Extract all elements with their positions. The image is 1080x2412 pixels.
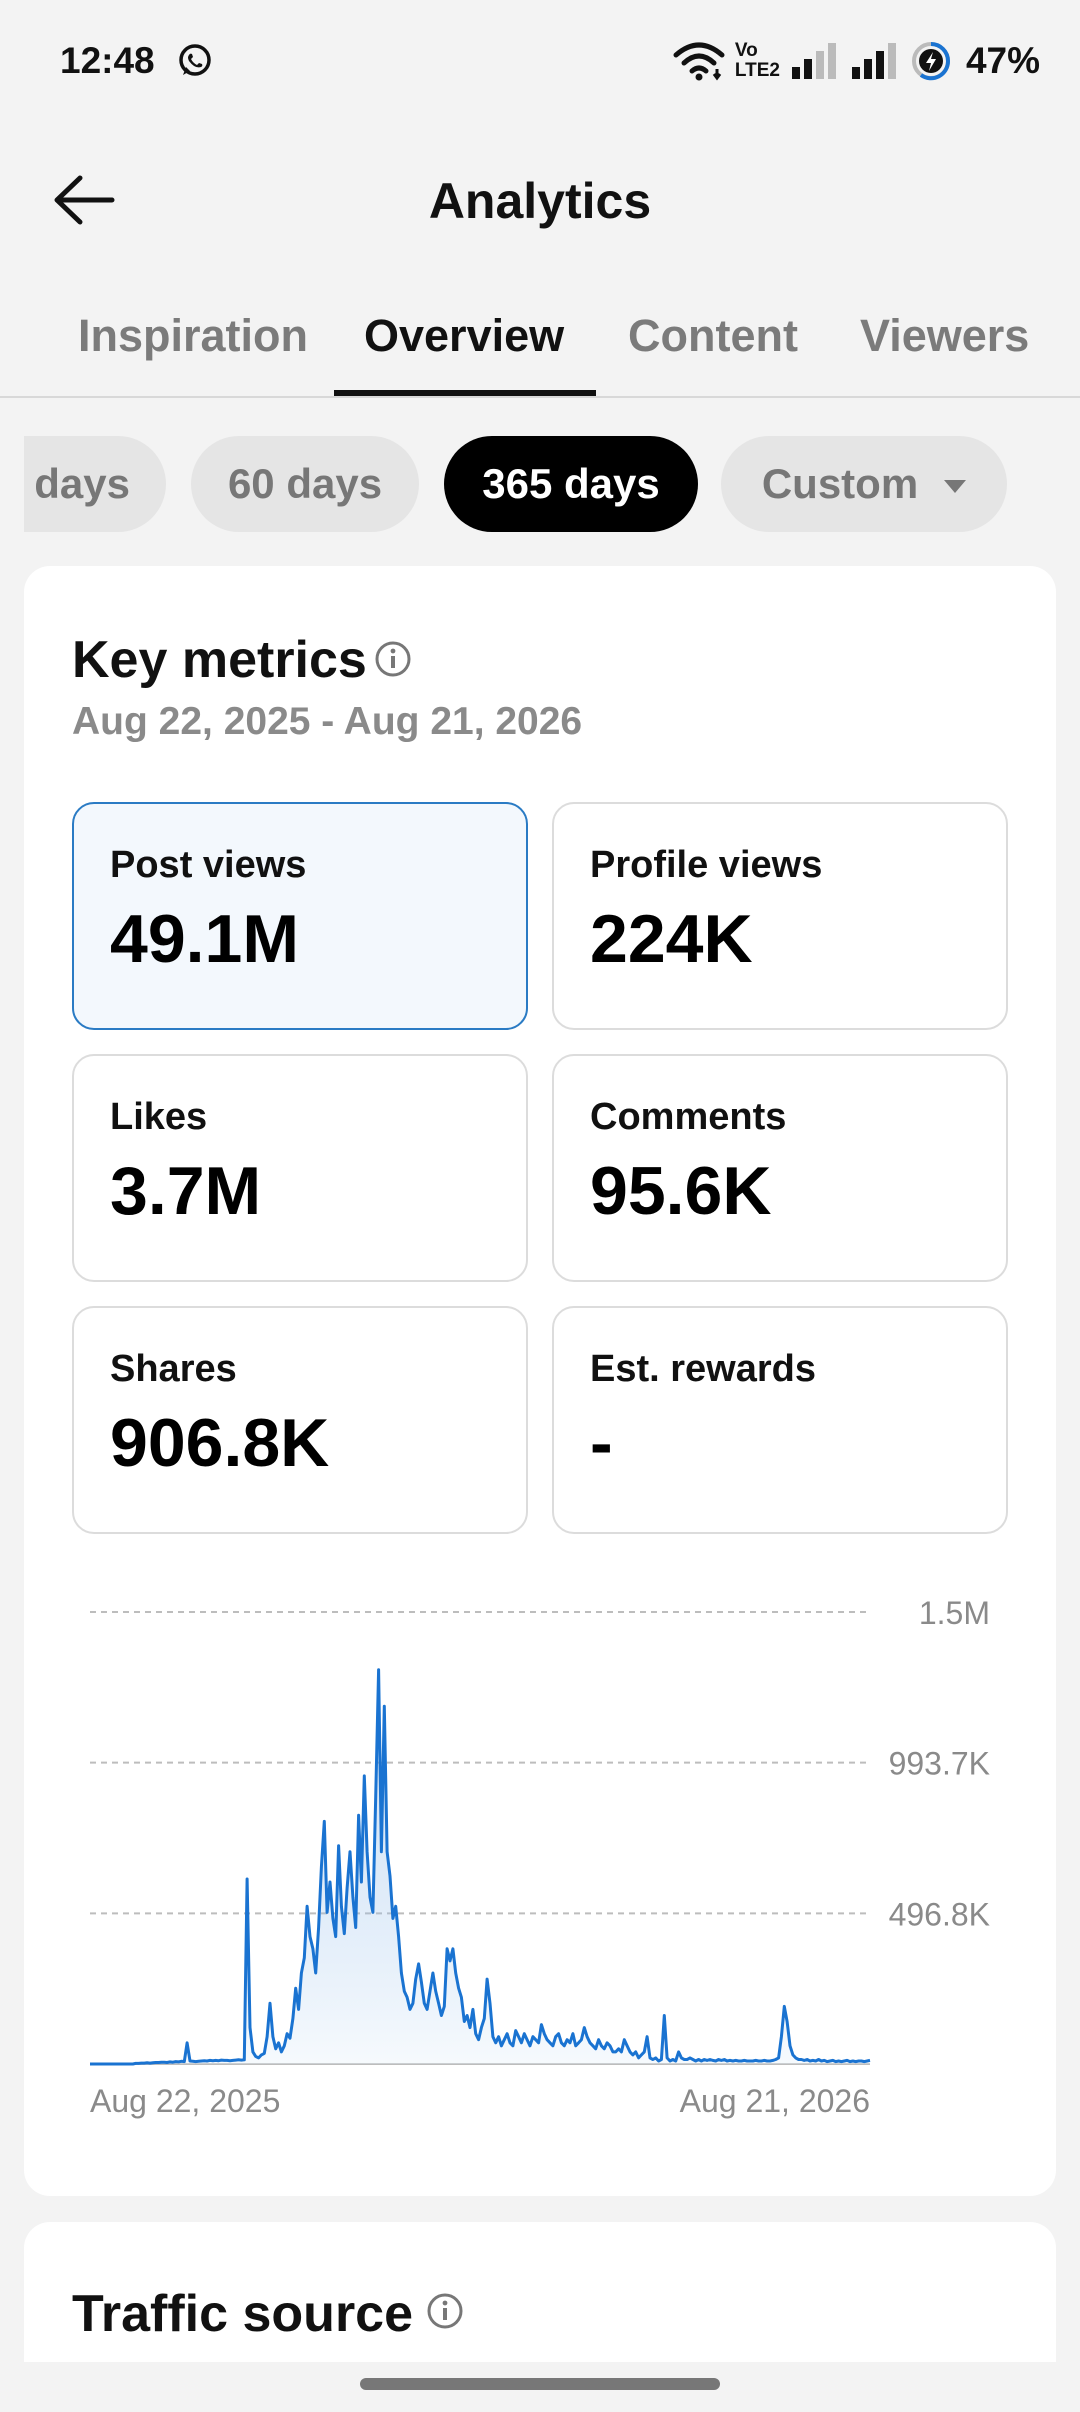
key-metrics-card: Key metrics Aug 22, 2025 - Aug 21, 2026 … [24,566,1056,2196]
tab-viewers[interactable]: Viewers [860,310,1029,362]
battery-saver-icon [911,42,950,81]
whatsapp-icon [179,44,211,76]
metric-est-rewards[interactable]: Est. rewards - [552,1306,1008,1534]
metric-comments[interactable]: Comments 95.6K [552,1054,1008,1282]
series-area [90,1669,870,2064]
y-tick-label: 993.7K [889,1746,990,1782]
date-range-chips: days 60 days 365 days Custom [24,434,1080,534]
signal-icon [851,43,896,79]
chip-365-days[interactable]: 365 days [444,436,698,532]
metric-value: 3.7M [110,1153,262,1229]
header: Analytics [0,150,1080,250]
x-tick-label: Aug 21, 2026 [680,2083,870,2119]
tab-inspiration[interactable]: Inspiration [78,310,308,362]
metric-value: 906.8K [110,1405,330,1481]
metric-post-views[interactable]: Post views 49.1M [72,802,528,1030]
y-tick-label: 496.8K [889,1896,990,1932]
chip-label: 60 days [227,460,383,507]
key-metrics-title: Key metrics [72,631,367,689]
metric-label: Est. rewards [590,1348,816,1390]
caret-down-icon [944,479,967,493]
gesture-handle[interactable] [360,2378,720,2390]
info-icon[interactable] [374,640,412,678]
chip-label: Custom [761,460,919,507]
metric-label: Shares [110,1348,237,1390]
wifi-icon [673,42,725,81]
metric-value: 95.6K [590,1153,772,1229]
tab-overview[interactable]: Overview [364,310,564,362]
status-icons: Vo LTE2 47% [673,36,1040,86]
active-tab-indicator [334,390,596,396]
battery-level: 47% [965,40,1040,81]
chip-days[interactable]: days [24,436,166,532]
metric-profile-views[interactable]: Profile views 224K [552,802,1008,1030]
status-bar: 12:48 Vo LTE2 47% [0,0,1080,124]
lte-label: LTE2 [734,60,780,81]
metric-likes[interactable]: Likes 3.7M [72,1054,528,1282]
metric-label: Profile views [590,844,823,886]
info-icon[interactable] [426,2292,464,2330]
chip-label: days [34,460,130,507]
chip-60-days[interactable]: 60 days [191,436,419,532]
page-title: Analytics [428,173,652,229]
traffic-source-title: Traffic source [72,2285,414,2343]
metric-value: 224K [590,901,753,977]
post-views-chart[interactable]: 496.8K 993.7K 1.5M Aug 22, 2025 Aug 21, 2026 [24,1566,1056,2166]
metric-value: - [590,1405,613,1481]
volte-label: Vo [734,40,758,61]
tab-bar: Inspiration Overview Content Viewers [0,292,1080,398]
metric-label: Comments [590,1096,787,1138]
metric-value: 49.1M [110,901,299,977]
metric-label: Likes [110,1096,208,1138]
tab-content[interactable]: Content [628,310,798,362]
x-tick-label: Aug 22, 2025 [90,2083,280,2119]
metric-label: Post views [110,844,307,886]
y-tick-label: 1.5M [919,1595,990,1631]
volte-icon: Vo LTE2 [735,41,780,81]
date-range-label: Aug 22, 2025 - Aug 21, 2026 [72,700,583,743]
chip-label: 365 days [482,460,660,507]
signal-icon [791,43,836,79]
metric-shares[interactable]: Shares 906.8K [72,1306,528,1534]
status-time: 12:48 [60,40,155,81]
series-line [90,1668,871,2066]
chip-custom[interactable]: Custom [721,436,1007,532]
